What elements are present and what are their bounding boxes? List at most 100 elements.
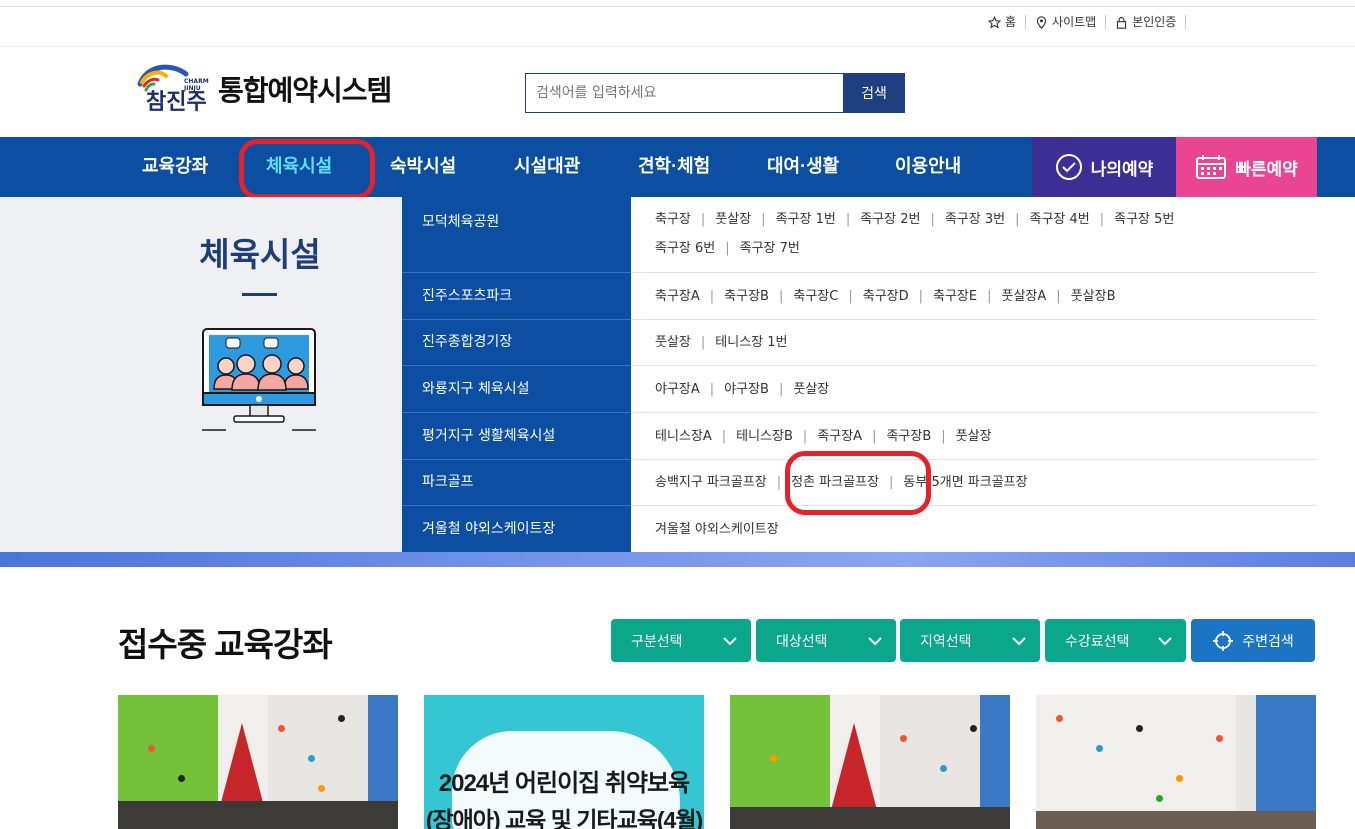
- sub-item[interactable]: 족구장A: [817, 429, 862, 444]
- sub-row-sportspark: 축구장A | 축구장B | 축구장C | 축구장D | 축구장E | 풋살장A | 풋살장B: [631, 282, 1317, 320]
- quick-reservation-label: 빠른예약: [1235, 159, 1298, 179]
- utility-links: 홈 사이트맵 본인인증: [988, 15, 1187, 29]
- category-item[interactable]: 평거지구 생활체육시설: [402, 413, 631, 460]
- course-card-poster[interactable]: 2024년 어린이집 취약보육 (장애아) 교육 및 기타교육(4월): [424, 695, 704, 829]
- category-item[interactable]: 파크골프: [402, 460, 631, 506]
- sub-item[interactable]: 족구장 4번: [1029, 212, 1089, 227]
- title-underline: [242, 293, 277, 296]
- target-filter-select[interactable]: 대상선택: [756, 619, 896, 662]
- star-icon: [988, 15, 1001, 28]
- logo-english-text: CHARM JINJU: [184, 78, 209, 92]
- sub-item[interactable]: 족구장 1번: [776, 212, 836, 227]
- charm-jinju-logo: 참진주 CHARM JINJU: [136, 62, 212, 116]
- my-reservation-button[interactable]: 나의예약: [1032, 137, 1176, 197]
- sub-item[interactable]: 족구장 2번: [860, 212, 920, 227]
- course-card-photo[interactable]: [730, 695, 1010, 829]
- search-input[interactable]: [525, 73, 843, 113]
- sub-item[interactable]: 풋살장: [715, 212, 751, 227]
- facility-sub-list: 축구장 | 풋살장 | 족구장 1번 | 족구장 2번 | 족구장 3번 | 족구장 4번 | 족구장 …: [631, 197, 1317, 552]
- monitor-people-illustration: [200, 326, 320, 438]
- sub-item[interactable]: 풋살장A: [1002, 289, 1047, 304]
- sub-item[interactable]: 족구장 7번: [740, 241, 800, 256]
- verify-link[interactable]: 본인인증: [1106, 15, 1187, 29]
- search-button[interactable]: 검색: [843, 73, 905, 113]
- category-item[interactable]: 모덕체육공원: [402, 197, 631, 273]
- filter-label: 대상선택: [776, 633, 828, 650]
- sub-item[interactable]: 풋살장: [793, 382, 829, 397]
- sub-item[interactable]: 축구장D: [863, 289, 909, 304]
- chevron-down-icon: [1012, 636, 1026, 645]
- course-card-photo[interactable]: [118, 695, 398, 829]
- sub-item[interactable]: 테니스장 1번: [715, 335, 787, 350]
- banner-strip: [0, 552, 1355, 567]
- sub-item[interactable]: 송백지구 파크골프장: [655, 475, 767, 490]
- home-link[interactable]: 홈: [988, 15, 1027, 29]
- calendar-icon: [1196, 155, 1227, 179]
- category-item[interactable]: 겨울철 야외스케이트장: [402, 506, 631, 552]
- sub-item[interactable]: 축구장E: [933, 289, 977, 304]
- chevron-down-icon: [723, 636, 737, 645]
- nav-lodging[interactable]: 숙박시설: [390, 137, 456, 197]
- sub-row-stadium: 풋살장 | 테니스장 1번: [631, 328, 1317, 366]
- sub-item[interactable]: 겨울철 야외스케이트장: [655, 522, 779, 537]
- nearby-label: 주변검색: [1242, 633, 1294, 650]
- sub-item[interactable]: 축구장: [655, 212, 691, 227]
- sub-item[interactable]: 풋살장: [655, 335, 691, 350]
- chevron-down-icon: [868, 636, 882, 645]
- category-filter-select[interactable]: 구분선택: [611, 619, 751, 662]
- nav-education[interactable]: 교육강좌: [142, 137, 208, 197]
- sub-item[interactable]: 풋살장: [956, 429, 992, 444]
- poster-line1: 2024년 어린이집 취약보육: [438, 770, 690, 797]
- sitemap-label: 사이트맵: [1052, 15, 1097, 29]
- crosshair-icon: [1213, 630, 1234, 651]
- sub-item[interactable]: 족구장 5번: [1114, 212, 1174, 227]
- sub-item[interactable]: 야구장B: [724, 382, 769, 397]
- nav-facility-rental[interactable]: 시설대관: [514, 137, 580, 197]
- my-reservation-label: 나의예약: [1090, 159, 1154, 179]
- filter-label: 구분선택: [631, 633, 683, 650]
- fee-filter-select[interactable]: 수강료선택: [1045, 619, 1186, 662]
- sub-row-waryong: 야구장A | 야구장B | 풋살장: [631, 375, 1317, 413]
- sub-row-pyeonggeo: 테니스장A | 테니스장B | 족구장A | 족구장B | 풋살장: [631, 422, 1317, 460]
- sub-item[interactable]: 축구장C: [793, 289, 838, 304]
- utility-divider: [0, 46, 1355, 47]
- nearby-search-button[interactable]: 주변검색: [1191, 619, 1315, 662]
- search-bar: 검색: [525, 73, 905, 113]
- site-logo[interactable]: 참진주 CHARM JINJU 통합예약시스템: [136, 62, 392, 116]
- sub-row-skating: 겨울철 야외스케이트장: [631, 515, 1317, 552]
- verify-label: 본인인증: [1132, 15, 1177, 29]
- sub-item[interactable]: 족구장 6번: [655, 241, 715, 256]
- top-border: [0, 6, 1355, 7]
- filter-label: 지역선택: [920, 633, 972, 650]
- region-filter-select[interactable]: 지역선택: [900, 619, 1040, 662]
- sub-item[interactable]: 축구장A: [655, 289, 700, 304]
- site-title: 통합예약시스템: [218, 75, 392, 106]
- facility-category-list: 모덕체육공원 진주스포츠파크 진주종합경기장 와룡지구 체육시설 평거지구 생활…: [402, 197, 631, 552]
- quick-reservation-button[interactable]: 빠른예약: [1176, 137, 1317, 197]
- category-item[interactable]: 진주스포츠파크: [402, 273, 631, 320]
- category-item[interactable]: 진주종합경기장: [402, 320, 631, 366]
- home-label: 홈: [1005, 15, 1017, 29]
- sub-item[interactable]: 테니스장B: [736, 429, 793, 444]
- chevron-down-icon: [1158, 636, 1172, 645]
- section-title: 접수중 교육강좌: [118, 626, 333, 663]
- sitemap-link[interactable]: 사이트맵: [1026, 15, 1107, 29]
- map-pin-icon: [1036, 15, 1047, 29]
- highlight-jeongchon-parkgolf: [785, 451, 931, 515]
- highlight-nav-sports: [239, 139, 375, 199]
- sub-item[interactable]: 축구장B: [724, 289, 769, 304]
- sub-item[interactable]: 풋살장B: [1071, 289, 1116, 304]
- sub-item[interactable]: 족구장 3번: [945, 212, 1005, 227]
- lock-icon: [1117, 16, 1127, 29]
- sub-item[interactable]: 야구장A: [655, 382, 700, 397]
- sub-row-parkgolf: 송백지구 파크골프장 | 정촌 파크골프장 | 동부 5개면 파크골프장: [631, 468, 1317, 506]
- sub-item[interactable]: 족구장B: [886, 429, 931, 444]
- nav-tour[interactable]: 견학·체험: [638, 137, 710, 197]
- sub-item[interactable]: 테니스장A: [655, 429, 712, 444]
- poster-line2: (장애아) 교육 및 기타교육(4월): [425, 807, 703, 829]
- course-card-photo[interactable]: [1036, 695, 1316, 829]
- nav-guide[interactable]: 이용안내: [895, 137, 961, 197]
- nav-rental-life[interactable]: 대여·생활: [767, 137, 839, 197]
- category-item[interactable]: 와룡지구 체육시설: [402, 366, 631, 413]
- sub-row-mode: 축구장 | 풋살장 | 족구장 1번 | 족구장 2번 | 족구장 3번 | 족구장 4번 | 족구장 …: [631, 205, 1317, 273]
